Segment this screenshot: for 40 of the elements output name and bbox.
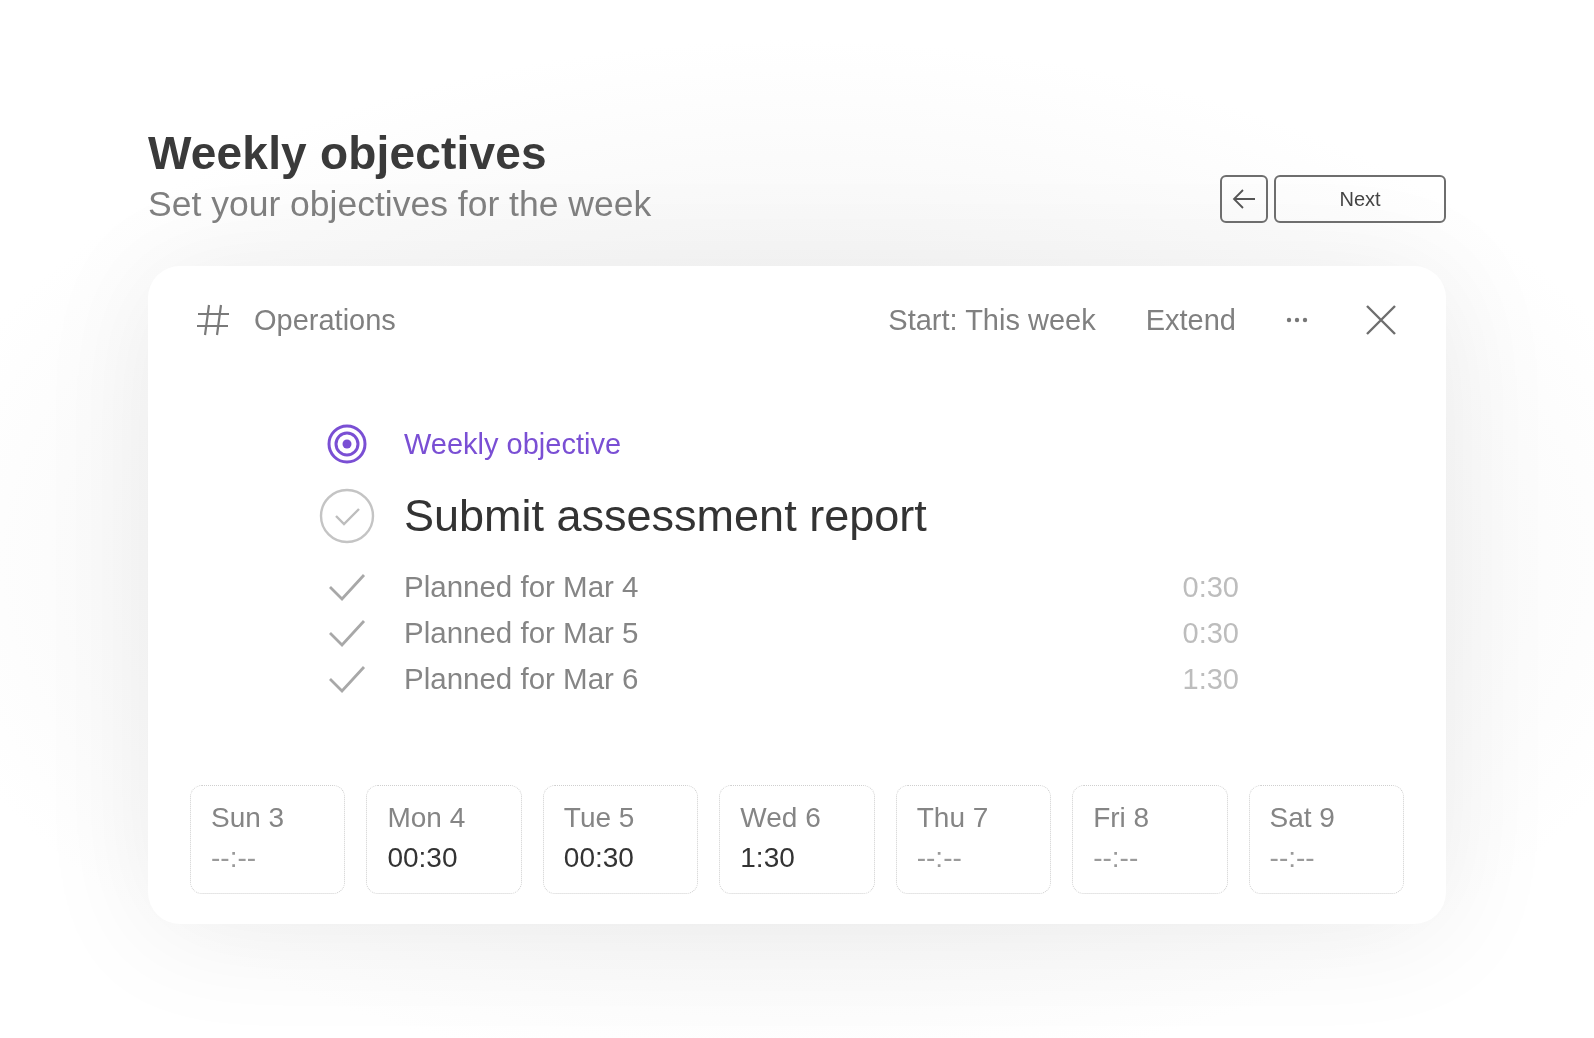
- planned-entry-label: Planned for Mar 6: [404, 662, 640, 696]
- close-icon: [1366, 305, 1396, 335]
- day-duration: --:--: [1269, 841, 1316, 875]
- day-duration: --:--: [916, 841, 963, 875]
- extend-button[interactable]: Extend: [1145, 303, 1236, 337]
- day-label: Tue 5: [563, 801, 636, 835]
- target-icon: [327, 424, 367, 464]
- day-label: Wed 6: [740, 801, 822, 835]
- more-icon: [1286, 317, 1308, 323]
- day-duration: 1:30: [740, 841, 796, 875]
- day-label: Thu 7: [916, 801, 990, 835]
- more-button[interactable]: [1286, 317, 1308, 323]
- planned-entry-label: Planned for Mar 5: [404, 616, 640, 650]
- day-label: Sat 9: [1269, 801, 1336, 835]
- start-week-button[interactable]: Start: This week: [888, 303, 1096, 337]
- objective-title: Submit assessment report: [404, 490, 928, 542]
- day-label: Mon 4: [387, 801, 467, 835]
- planned-duration: 0:30: [1182, 616, 1239, 650]
- planned-duration: 1:30: [1182, 662, 1239, 696]
- checkmark-icon: [328, 619, 366, 647]
- check-circle-icon[interactable]: [319, 488, 375, 544]
- page-subtitle: Set your objectives for the week: [148, 183, 652, 226]
- checkmark-icon: [328, 573, 366, 601]
- day-duration: 00:30: [563, 841, 635, 875]
- page-title: Weekly objectives: [148, 126, 548, 181]
- day-label: Sun 3: [211, 801, 286, 835]
- hash-icon: [196, 303, 230, 337]
- planned-duration: 0:30: [1182, 570, 1239, 604]
- day-duration: --:--: [1093, 841, 1140, 875]
- close-button[interactable]: [1366, 305, 1396, 335]
- next-button[interactable]: Next: [1274, 175, 1446, 223]
- day-label: Fri 8: [1093, 801, 1151, 835]
- day-duration: --:--: [211, 841, 258, 875]
- back-button[interactable]: [1220, 175, 1268, 223]
- arrow-left-icon: [1231, 188, 1257, 210]
- planned-entry-label: Planned for Mar 4: [404, 570, 640, 604]
- day-duration: 00:30: [387, 841, 459, 875]
- checkmark-icon: [328, 665, 366, 693]
- objective-type-label: Weekly objective: [404, 427, 623, 461]
- project-name: Operations: [254, 303, 396, 337]
